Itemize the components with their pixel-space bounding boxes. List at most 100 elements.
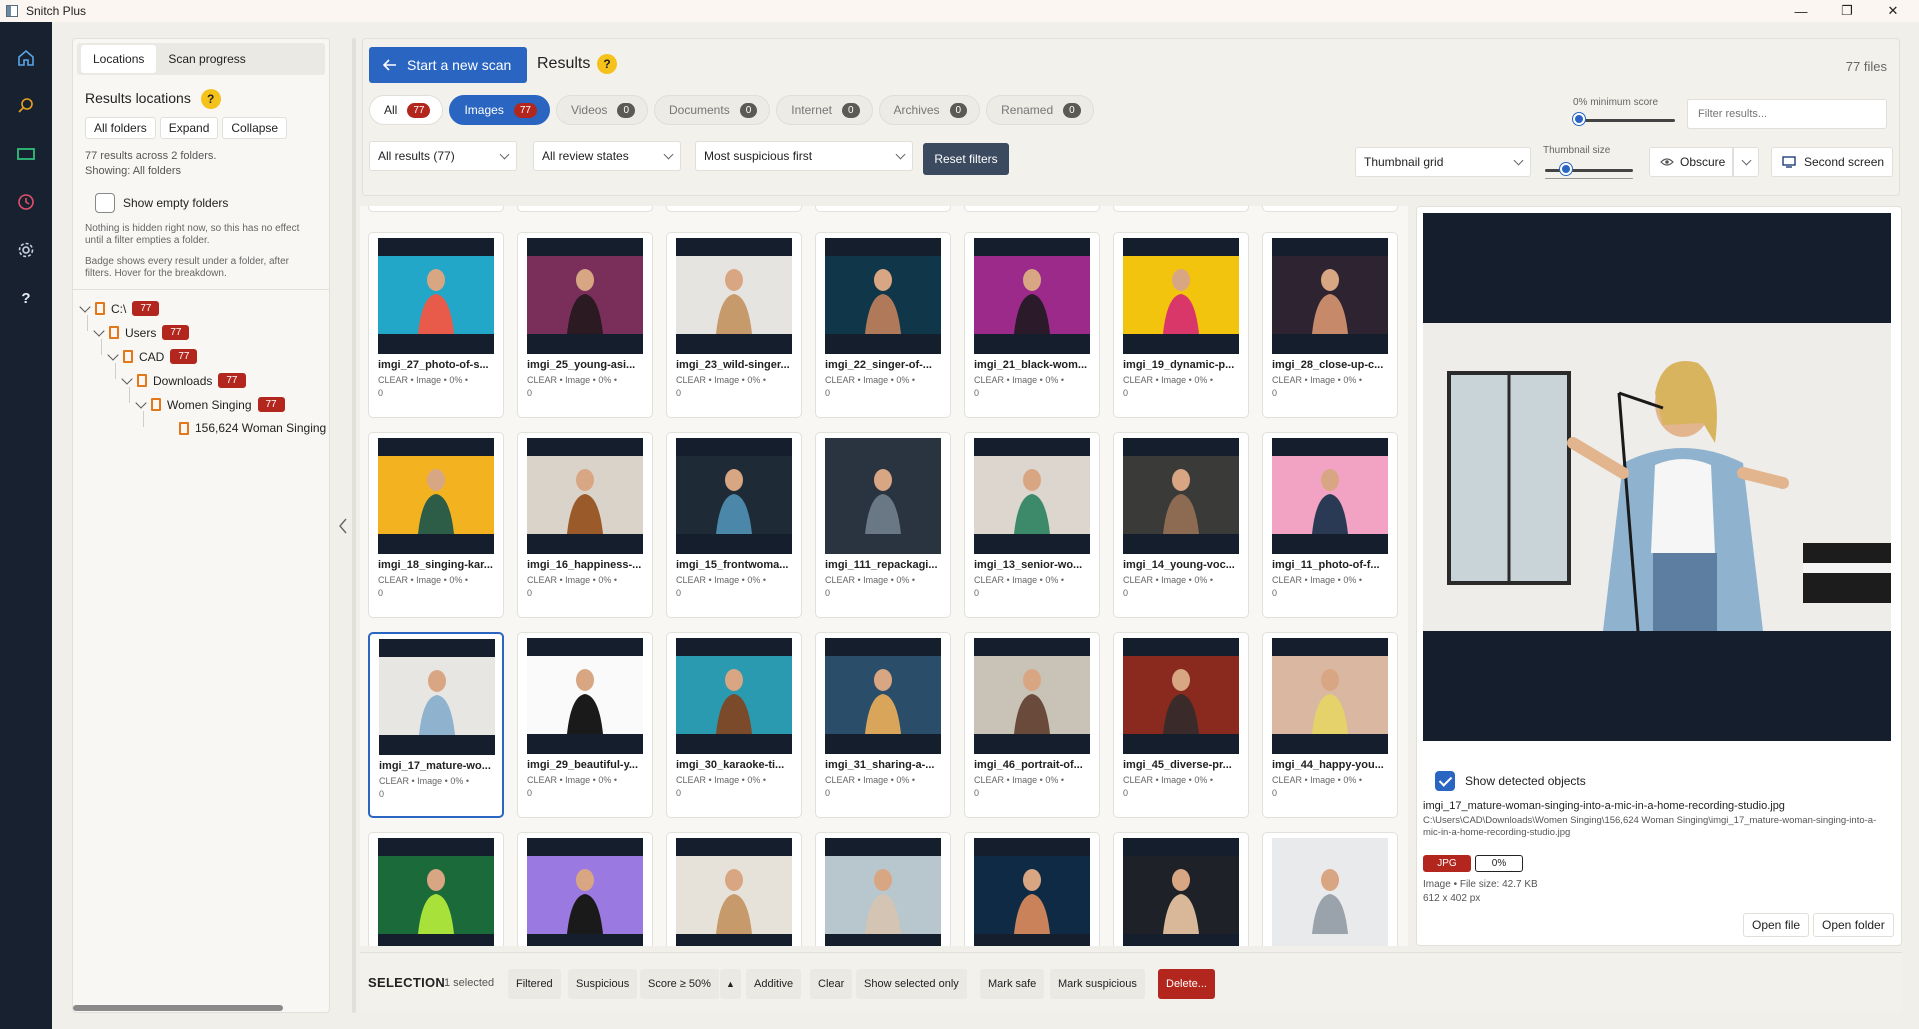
open-file-button[interactable]: Open file: [1743, 913, 1810, 937]
select-filtered-button[interactable]: Filtered: [508, 969, 561, 999]
tree-node-c-drive[interactable]: C:\ 77: [79, 300, 160, 316]
tree-node-downloads[interactable]: Downloads 77: [121, 372, 246, 388]
chevron-down-icon[interactable]: [135, 396, 147, 409]
view-mode-dropdown[interactable]: Thumbnail grid: [1355, 147, 1531, 177]
min-score-slider-knob[interactable]: [1573, 113, 1585, 125]
thumbnail-card[interactable]: [1262, 832, 1398, 946]
chevron-down-icon[interactable]: [79, 300, 91, 313]
start-new-scan-button[interactable]: Start a new scan: [369, 47, 527, 83]
reset-filters-button[interactable]: Reset filters: [923, 143, 1009, 175]
search-icon[interactable]: [14, 94, 38, 118]
card-stub[interactable]: [1113, 206, 1249, 212]
settings-icon[interactable]: [14, 238, 38, 262]
tab-internet[interactable]: Internet 0: [776, 95, 873, 125]
tab-renamed[interactable]: Renamed 0: [986, 95, 1094, 125]
thumbnail-card[interactable]: imgi_15_frontwoma... CLEAR • Image • 0% •…: [666, 432, 802, 618]
card-stub[interactable]: [517, 206, 653, 212]
thumbnail-card[interactable]: [964, 832, 1100, 946]
show-empty-folders-row[interactable]: Show empty folders: [95, 193, 228, 213]
review-state-dropdown[interactable]: All review states: [533, 141, 681, 171]
tab-locations[interactable]: Locations: [81, 45, 157, 73]
thumbnail-card[interactable]: imgi_14_young-voc... CLEAR • Image • 0% •…: [1113, 432, 1249, 618]
select-suspicious-button[interactable]: Suspicious: [568, 969, 638, 999]
thumbnail-card[interactable]: imgi_18_singing-kar... CLEAR • Image • 0%…: [368, 432, 504, 618]
tab-all[interactable]: All 77: [369, 95, 444, 125]
chevron-down-icon[interactable]: [107, 348, 119, 361]
thumbnail-card[interactable]: imgi_46_portrait-of... CLEAR • Image • 0%…: [964, 632, 1100, 818]
thumbnail-card[interactable]: imgi_45_diverse-pr... CLEAR • Image • 0% …: [1113, 632, 1249, 818]
tab-documents[interactable]: Documents 0: [654, 95, 771, 125]
thumbnail-card[interactable]: imgi_21_black-wom... CLEAR • Image • 0% •…: [964, 232, 1100, 418]
additive-button[interactable]: Additive: [746, 969, 802, 999]
thumbnail-card[interactable]: imgi_25_young-asi... CLEAR • Image • 0% •…: [517, 232, 653, 418]
thumbnail-card[interactable]: [368, 832, 504, 946]
thumbnail-card[interactable]: imgi_31_sharing-a-... CLEAR • Image • 0% …: [815, 632, 951, 818]
home-icon[interactable]: [14, 46, 38, 70]
tree-node-woman-singing-subfolder[interactable]: 156,624 Woman Singing: [179, 421, 326, 435]
score-threshold-toggle[interactable]: ▲: [720, 969, 741, 999]
sort-order-dropdown[interactable]: Most suspicious first: [695, 141, 913, 171]
help-icon[interactable]: ?: [14, 286, 38, 310]
card-stub[interactable]: [368, 206, 504, 212]
thumbnail-card[interactable]: imgi_27_photo-of-s... CLEAR • Image • 0% …: [368, 232, 504, 418]
show-detected-objects-row[interactable]: Show detected objects: [1435, 771, 1586, 791]
maximize-button[interactable]: ❐: [1824, 0, 1870, 22]
thumbnail-card[interactable]: imgi_13_senior-wo... CLEAR • Image • 0% •…: [964, 432, 1100, 618]
card-stub[interactable]: [1262, 206, 1398, 212]
thumbnail-card[interactable]: imgi_29_beautiful-y... CLEAR • Image • 0%…: [517, 632, 653, 818]
thumbnail-card[interactable]: [517, 832, 653, 946]
locations-help-icon[interactable]: ?: [200, 89, 221, 109]
all-folders-button[interactable]: All folders: [85, 117, 156, 139]
card-stub[interactable]: [964, 206, 1100, 212]
thumbnail-card[interactable]: imgi_23_wild-singer... CLEAR • Image • 0%…: [666, 232, 802, 418]
show-detected-objects-checkbox[interactable]: [1435, 771, 1455, 791]
expand-button[interactable]: Expand: [159, 117, 219, 139]
thumbnail-card[interactable]: imgi_22_singer-of-... CLEAR • Image • 0% …: [815, 232, 951, 418]
thumbnail-card[interactable]: imgi_111_repackagi... CLEAR • Image • 0% …: [815, 432, 951, 618]
thumbnail-card[interactable]: imgi_17_mature-wo... CLEAR • Image • 0% •…: [368, 632, 504, 818]
history-icon[interactable]: [14, 190, 38, 214]
card-stub[interactable]: [666, 206, 802, 212]
tab-images[interactable]: Images 77: [449, 95, 550, 125]
filter-results-input[interactable]: [1687, 99, 1887, 129]
collapse-panel-icon[interactable]: [338, 517, 348, 535]
close-button[interactable]: ✕: [1870, 0, 1916, 22]
chevron-down-icon[interactable]: [93, 324, 105, 337]
chevron-down-icon[interactable]: [121, 372, 133, 385]
min-score-slider-track[interactable]: [1575, 119, 1675, 122]
thumbnail-size-slider-track[interactable]: [1545, 169, 1633, 172]
tab-videos[interactable]: Videos 0: [555, 95, 648, 125]
thumbnail-card[interactable]: imgi_44_happy-you... CLEAR • Image • 0% •…: [1262, 632, 1398, 818]
horizontal-scrollbar[interactable]: [73, 1005, 283, 1011]
show-selected-only-button[interactable]: Show selected only: [856, 969, 967, 999]
tree-node-users[interactable]: Users 77: [93, 324, 190, 340]
open-folder-button[interactable]: Open folder: [1813, 913, 1894, 937]
minimize-button[interactable]: —: [1778, 0, 1824, 22]
panel-splitter[interactable]: [352, 38, 356, 1013]
mark-suspicious-button[interactable]: Mark suspicious: [1050, 969, 1145, 999]
delete-button[interactable]: Delete...: [1158, 969, 1215, 999]
thumbnail-card[interactable]: [815, 832, 951, 946]
tree-node-cad[interactable]: CAD 77: [107, 348, 198, 364]
results-scope-dropdown[interactable]: All results (77): [369, 141, 517, 171]
tree-node-women-singing[interactable]: Women Singing 77: [135, 396, 285, 412]
clear-selection-button[interactable]: Clear: [810, 969, 853, 999]
thumbnail-card[interactable]: imgi_16_happiness-... CLEAR • Image • 0% …: [517, 432, 653, 618]
thumbnail-card[interactable]: imgi_30_karaoke-ti... CLEAR • Image • 0% …: [666, 632, 802, 818]
tab-archives[interactable]: Archives 0: [878, 95, 981, 125]
mark-safe-button[interactable]: Mark safe: [980, 969, 1045, 999]
thumbnail-size-slider-knob[interactable]: [1560, 163, 1573, 175]
card-stub[interactable]: [815, 206, 951, 212]
second-screen-button[interactable]: Second screen: [1771, 147, 1893, 177]
media-icon[interactable]: [14, 142, 38, 166]
thumbnail-card[interactable]: [666, 832, 802, 946]
results-help-icon[interactable]: ?: [597, 54, 617, 74]
select-score-button[interactable]: Score ≥ 50%: [640, 969, 719, 999]
obscure-button[interactable]: Obscure: [1649, 147, 1733, 177]
show-empty-folders-checkbox[interactable]: [95, 193, 115, 213]
thumbnail-card[interactable]: imgi_28_close-up-c... CLEAR • Image • 0% …: [1262, 232, 1398, 418]
thumbnail-card[interactable]: imgi_19_dynamic-p... CLEAR • Image • 0% •…: [1113, 232, 1249, 418]
thumbnail-card[interactable]: imgi_11_photo-of-f... CLEAR • Image • 0% …: [1262, 432, 1398, 618]
tab-scan-progress[interactable]: Scan progress: [156, 45, 257, 73]
thumbnail-card[interactable]: [1113, 832, 1249, 946]
